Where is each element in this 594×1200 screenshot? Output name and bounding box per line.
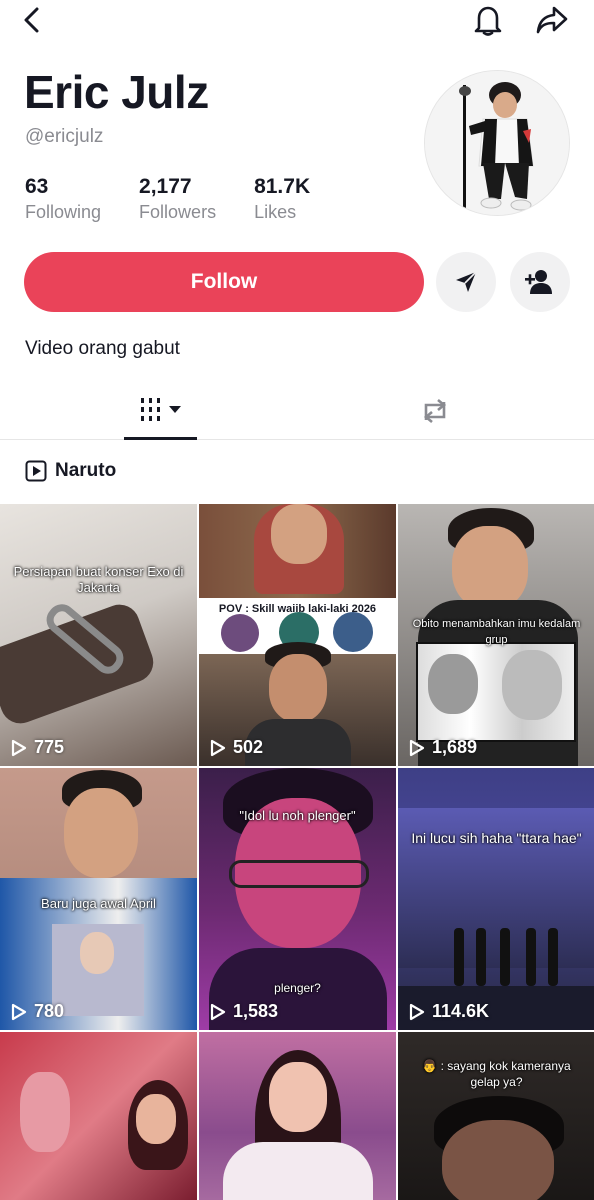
play-icon <box>409 739 425 756</box>
add-user-button[interactable] <box>510 252 570 312</box>
profile-handle: @ericjulz <box>25 126 104 147</box>
view-count-value: 114.6K <box>432 1001 490 1021</box>
video-thumbnail[interactable] <box>199 1032 396 1200</box>
play-icon <box>11 1003 27 1020</box>
video-caption: Persiapan buat konser Exo di Jakarta <box>13 564 184 595</box>
repost-icon <box>423 399 446 423</box>
avatar[interactable] <box>424 70 570 216</box>
chevron-left-icon[interactable] <box>14 2 50 38</box>
view-count: 780 <box>10 1001 64 1022</box>
stat-followers-value: 2,177 <box>139 175 192 198</box>
play-icon <box>409 1003 425 1020</box>
view-count: 1,583 <box>209 1001 278 1022</box>
add-user-icon <box>525 270 552 294</box>
video-caption: Baru juga awal April <box>41 896 156 911</box>
video-caption: "Idol lu noh plenger" <box>239 808 356 823</box>
top-bar <box>0 0 594 40</box>
view-count-value: 780 <box>34 1001 65 1021</box>
view-count-value: 1,689 <box>432 737 478 757</box>
stat-likes-label: Likes <box>254 202 297 222</box>
video-caption: Obito menambahkan imu kedalam grup <box>412 618 581 646</box>
play-icon <box>210 1003 226 1020</box>
video-caption: 👨 : sayang kok kameranya gelap ya? <box>422 1059 571 1089</box>
follow-button[interactable]: Follow <box>24 252 424 312</box>
tab-reposts[interactable] <box>398 382 471 440</box>
view-count: 775 <box>10 737 64 758</box>
stat-likes-value: 81.7K <box>254 175 311 198</box>
video-thumbnail[interactable]: Obito menambahkan imu kedalam grup 1,689 <box>398 504 594 766</box>
content-tabs <box>0 382 594 440</box>
play-icon <box>210 739 226 756</box>
video-thumbnail[interactable]: Persiapan buat konser Exo di Jakarta 775 <box>0 504 197 766</box>
stat-following-value: 63 <box>25 175 49 198</box>
video-thumbnail[interactable]: 👨 : sayang kok kameranya gelap ya? <box>398 1032 594 1200</box>
share-arrow-icon[interactable] <box>534 2 570 38</box>
playlist-label: Naruto <box>55 460 117 481</box>
video-thumbnail[interactable] <box>0 1032 197 1200</box>
video-thumbnail[interactable]: Ini lucu sih haha "ttara hae" 114.6K <box>398 768 594 1030</box>
video-thumbnail[interactable]: "Idol lu noh plenger" plenger? 1,583 <box>199 768 396 1030</box>
stat-following[interactable]: 63 Following <box>25 174 101 224</box>
view-count-value: 775 <box>34 737 65 757</box>
grid-icon <box>140 397 181 421</box>
video-thumbnail[interactable]: Baru juga awal April 780 <box>0 768 197 1030</box>
message-button[interactable] <box>436 252 496 312</box>
play-square-icon <box>25 460 47 482</box>
stat-following-label: Following <box>25 202 102 222</box>
profile-bio: Video orang gabut <box>25 338 180 359</box>
play-icon <box>11 739 27 756</box>
view-count: 502 <box>209 737 263 758</box>
stat-followers-label: Followers <box>139 202 217 222</box>
playlist-chip[interactable]: Naruto <box>25 460 116 482</box>
video-thumbnail[interactable]: POV : Skill waiib laki-laki 2026 502 <box>199 504 396 766</box>
profile-name: Eric Julz <box>24 66 209 118</box>
video-caption-secondary: plenger? <box>274 981 321 995</box>
view-count-value: 1,583 <box>233 1001 279 1021</box>
view-count: 1,689 <box>408 737 477 758</box>
tab-videos[interactable] <box>124 382 197 440</box>
profile-stats: 63 Following 2,177 Followers 81.7K Likes <box>25 174 348 224</box>
view-count: 114.6K <box>408 1001 489 1022</box>
send-icon <box>456 271 477 292</box>
bell-icon[interactable] <box>470 2 506 38</box>
stat-followers[interactable]: 2,177 Followers <box>139 174 216 224</box>
stat-likes[interactable]: 81.7K Likes <box>254 174 310 224</box>
video-caption: Ini lucu sih haha "ttara hae" <box>411 830 582 846</box>
view-count-value: 502 <box>233 737 264 757</box>
